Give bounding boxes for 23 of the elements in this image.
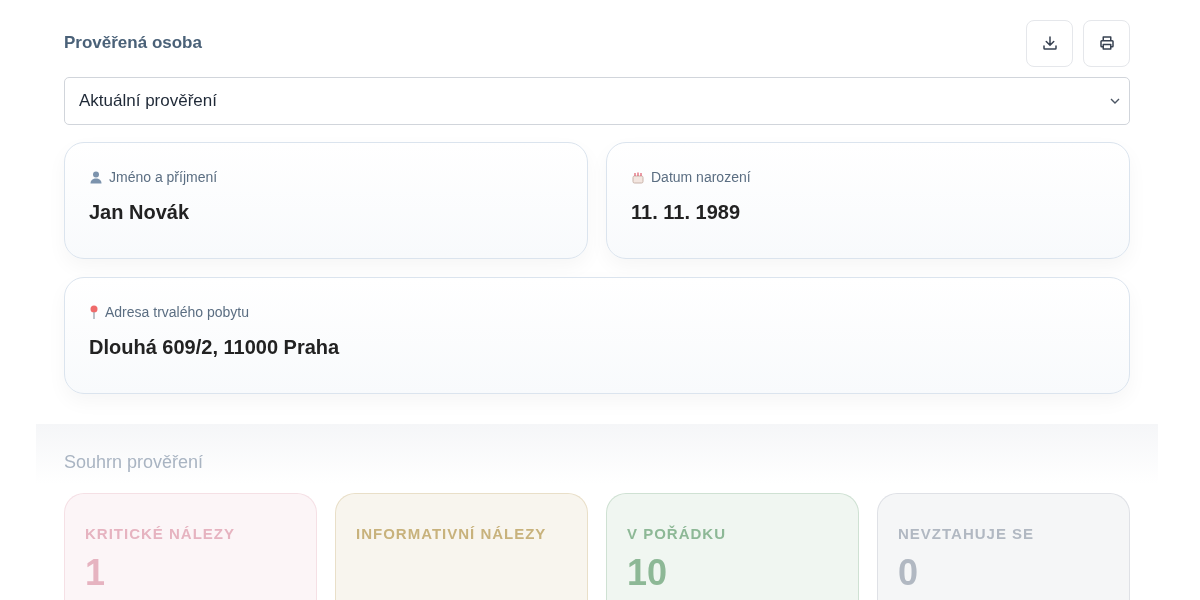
field-value: 11. 11. 1989	[631, 201, 741, 224]
check-select[interactable]: Aktuální prověření	[64, 77, 1130, 125]
pin-icon	[89, 305, 99, 319]
cake-icon	[631, 170, 645, 184]
printer-icon	[1097, 34, 1116, 52]
stat-label: NEVZTAHUJE SE	[898, 524, 1036, 544]
field-label: Adresa trvalého pobytu	[105, 304, 249, 320]
print-button[interactable]	[1083, 19, 1130, 67]
stat-label: V POŘÁDKU	[627, 524, 727, 544]
summary-title: Souhrn prověření	[64, 452, 204, 472]
field-label: Jméno a příjmení	[109, 169, 218, 185]
stat-label: KRITICKÉ NÁLEZY	[85, 524, 236, 544]
stat-count: 0	[898, 552, 920, 594]
download-icon	[1040, 34, 1059, 52]
field-value: Dlouhá 609/2, 11000 Praha	[89, 336, 341, 359]
stat-count: 1	[85, 552, 107, 594]
stat-count: 10	[627, 552, 669, 594]
download-button[interactable]	[1026, 19, 1073, 67]
field-label: Datum narození	[651, 169, 751, 185]
stat-label: INFORMATIVNÍ NÁLEZY	[356, 524, 548, 544]
field-value: Jan Novák	[89, 201, 191, 224]
person-icon	[89, 170, 103, 184]
section-title: Prověřená osoba	[64, 33, 202, 53]
